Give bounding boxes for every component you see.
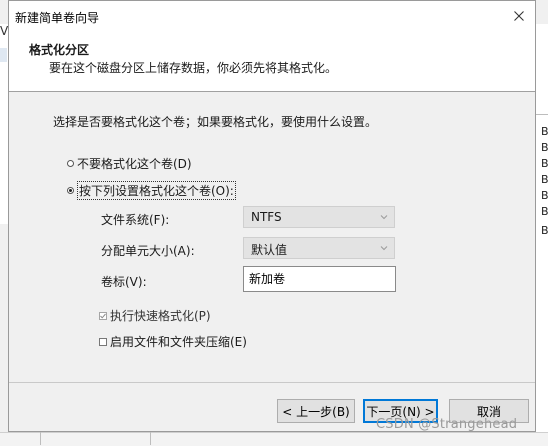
background-left-strip [0, 48, 7, 62]
chevron-down-icon [380, 246, 388, 251]
button-area-divider [9, 382, 535, 383]
compression-checkbox-row[interactable]: 启用文件和文件夹压缩(E) [99, 333, 247, 350]
radio-button[interactable] [67, 187, 74, 194]
filesystem-value: NTFS [251, 210, 282, 224]
quick-format-checkbox[interactable] [99, 311, 107, 320]
checkmark-icon [100, 313, 106, 319]
radio-no-format[interactable]: 不要格式化这个卷(D) [67, 155, 192, 172]
allocation-unit-label: 分配单元大小(A): [101, 244, 195, 258]
background-bottom-separator [150, 432, 151, 445]
volume-label-label: 卷标(V): [101, 275, 147, 289]
background-right-text: B [541, 224, 548, 237]
background-left-text: V [0, 24, 9, 38]
instruction-text: 选择是否要格式化这个卷；如果要格式化，要使用什么设置。 [53, 115, 378, 129]
filesystem-select[interactable]: NTFS [243, 206, 395, 228]
background-right-text: B [541, 173, 548, 186]
wizard-header: 格式化分区 要在这个磁盘分区上储存数据，你必须先将其格式化。 [9, 31, 535, 92]
background-right-divider [536, 114, 548, 115]
radio-button[interactable] [67, 160, 74, 167]
quick-format-checkbox-row[interactable]: 执行快速格式化(P) [99, 307, 211, 324]
filesystem-label: 文件系统(F): [101, 213, 170, 227]
close-button[interactable] [511, 8, 527, 24]
quick-format-label: 执行快速格式化(P) [110, 309, 211, 323]
background-right-text: B [541, 141, 548, 154]
back-button[interactable]: < 上一步(B) [277, 399, 355, 423]
allocation-unit-select[interactable]: 默认值 [243, 237, 395, 259]
compression-label: 启用文件和文件夹压缩(E) [110, 335, 247, 349]
background-bottom-separator [40, 432, 41, 445]
compression-checkbox[interactable] [99, 337, 107, 346]
background-window-bottom [0, 432, 548, 446]
title-bar: 新建简单卷向导 [9, 1, 535, 31]
watermark-text: CSDN @Strangehead [376, 417, 518, 432]
close-icon [514, 11, 524, 21]
radio-format-label: 按下列设置格式化这个卷(O): [77, 181, 236, 200]
page-subtitle: 要在这个磁盘分区上储存数据，你必须先将其格式化。 [49, 61, 338, 75]
page-title: 格式化分区 [29, 43, 90, 57]
chevron-down-icon [380, 215, 388, 220]
volume-label-input[interactable]: 新加卷 [243, 266, 396, 292]
background-right-text: B [541, 189, 548, 202]
background-right-text: B [541, 157, 548, 170]
background-right-text: B [541, 205, 548, 218]
window-title: 新建简单卷向导 [15, 11, 100, 25]
radio-no-format-label: 不要格式化这个卷(D) [77, 157, 192, 171]
background-right-text: B [541, 125, 548, 138]
allocation-unit-value: 默认值 [251, 243, 288, 257]
new-simple-volume-wizard-dialog: 新建简单卷向导 格式化分区 要在这个磁盘分区上储存数据，你必须先将其格式化。 选… [8, 0, 536, 432]
radio-format[interactable]: 按下列设置格式化这个卷(O): [67, 181, 236, 200]
